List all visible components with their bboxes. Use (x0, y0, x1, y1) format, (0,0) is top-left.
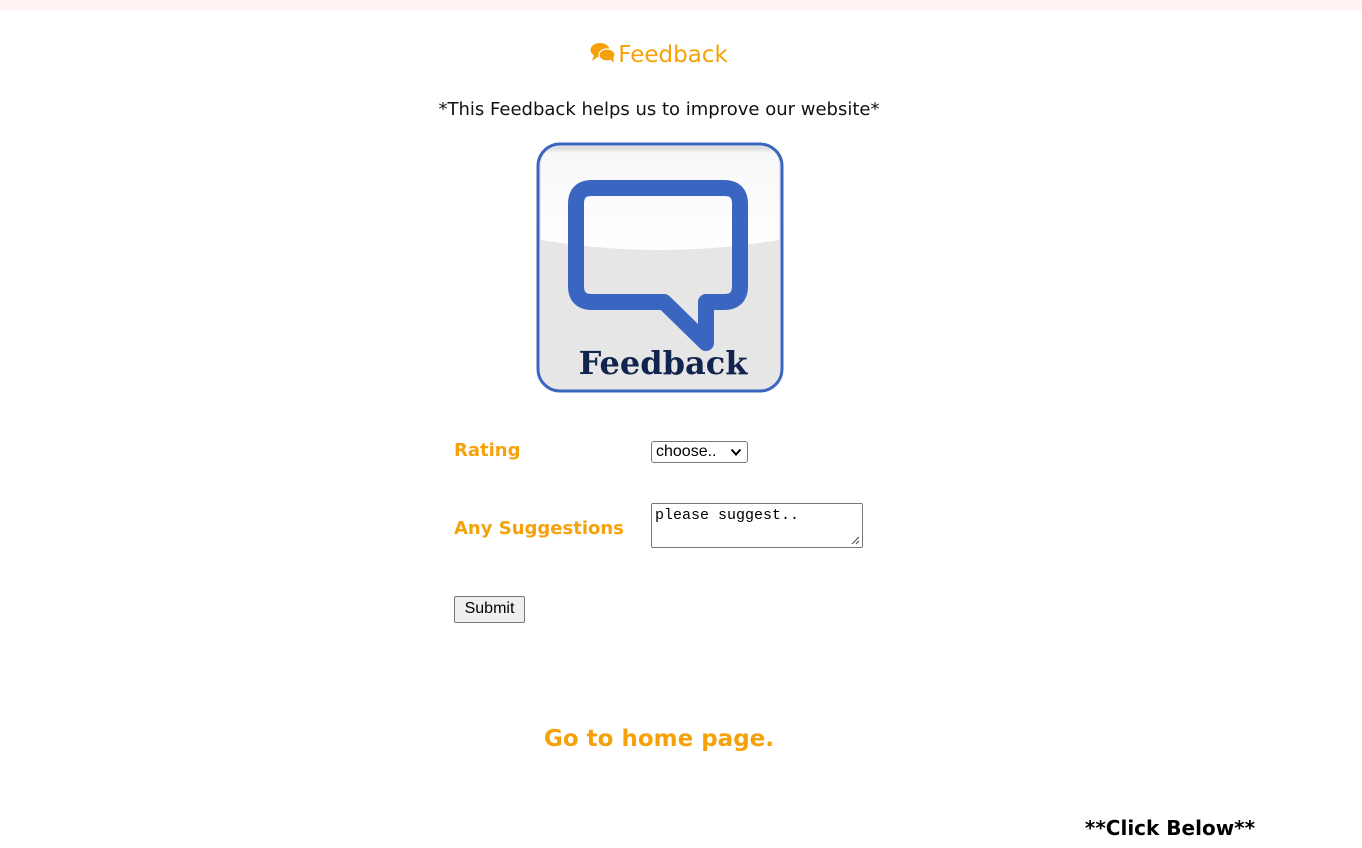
click-below-text: **Click Below** (1084, 816, 1256, 840)
page-title: Feedback (0, 38, 1318, 72)
page-title-text: Feedback (618, 42, 728, 68)
logo-text: Feedback (579, 344, 749, 382)
feedback-logo: Feedback (536, 142, 784, 393)
page-subtitle: *This Feedback helps us to improve our w… (438, 99, 880, 120)
suggestions-textarea[interactable]: please suggest.. (651, 503, 863, 548)
rating-label: Rating (454, 440, 521, 461)
submit-button[interactable]: Submit (454, 596, 525, 623)
chevron-down-icon (730, 448, 742, 456)
rating-select[interactable]: choose.. (651, 441, 748, 463)
home-page-link[interactable]: Go to home page. (0, 722, 1318, 756)
rating-select-value: choose.. (656, 443, 717, 460)
resize-grip-icon[interactable] (851, 536, 860, 545)
suggestions-label: Any Suggestions (454, 518, 624, 539)
suggestions-textarea-value: please suggest.. (655, 507, 800, 524)
comments-icon (590, 43, 616, 63)
top-strip (0, 0, 1362, 10)
